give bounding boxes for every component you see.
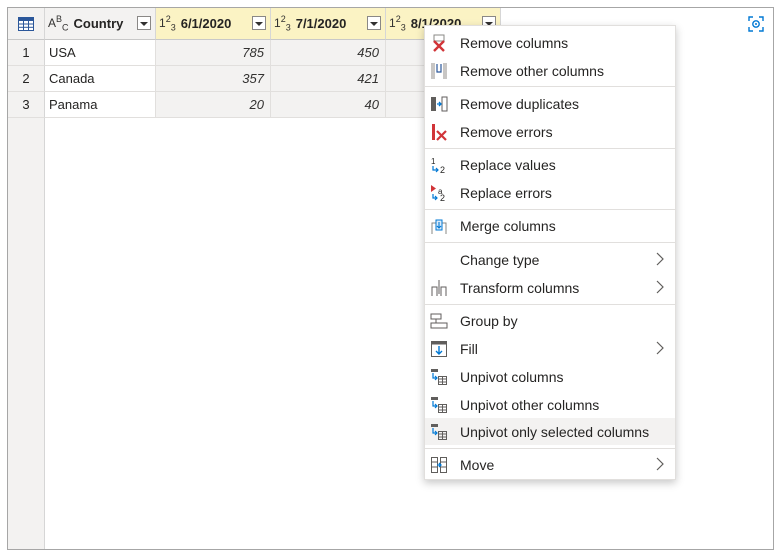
menu-item-label: Unpivot columns	[460, 368, 564, 385]
row-number: 2	[8, 66, 45, 92]
merge-columns-icon	[431, 219, 447, 234]
cell-country[interactable]: Canada	[45, 66, 156, 92]
menu-item-unpivot-other-columns[interactable]: Unpivot other columns	[425, 391, 675, 418]
unpivot-other-columns-icon	[431, 397, 447, 413]
menu-item-label: Remove duplicates	[460, 95, 580, 112]
cell-7-1-2020[interactable]: 421	[271, 66, 386, 92]
cell-7-1-2020[interactable]: 450	[271, 40, 386, 66]
menu-item-label: Unpivot only selected columns	[460, 423, 650, 440]
chevron-right-icon	[656, 457, 664, 471]
menu-item-move[interactable]: Move	[425, 451, 675, 478]
menu-separator	[425, 86, 675, 87]
menu-item-label: Remove other columns	[460, 62, 604, 79]
column-dropdown-button[interactable]	[367, 16, 381, 30]
menu-item-replace-errors[interactable]: a 2 Replace errors	[425, 179, 675, 206]
column-header-label: Country	[73, 16, 124, 31]
remove-columns-icon	[433, 34, 445, 52]
replace-values-icon: 1 2	[431, 157, 445, 174]
column-header-6-1-2020[interactable]: 123 6/1/2020	[156, 8, 271, 40]
menu-item-label: Replace values	[460, 156, 556, 173]
svg-text:2: 2	[440, 193, 445, 202]
column-dropdown-button[interactable]	[137, 16, 151, 30]
menu-item-label: Group by	[460, 312, 518, 329]
menu-item-remove-columns[interactable]: Remove columns	[425, 29, 675, 56]
scan-settings-icon	[748, 16, 764, 32]
group-by-icon	[430, 313, 448, 329]
column-header-7-1-2020[interactable]: 123 7/1/2020	[271, 8, 386, 40]
menu-item-transform-columns[interactable]: Transform columns	[425, 274, 675, 301]
menu-item-replace-values[interactable]: 1 2 Replace values	[425, 151, 675, 178]
unpivot-columns-icon	[431, 369, 447, 385]
menu-item-merge-columns[interactable]: Merge columns	[425, 212, 675, 239]
menu-separator	[425, 209, 675, 210]
cell-6-1-2020[interactable]: 20	[156, 92, 271, 118]
table-menu-button[interactable]	[8, 8, 45, 40]
fill-icon	[431, 341, 447, 357]
column-header-label: 6/1/2020	[180, 16, 232, 31]
column-header-country[interactable]: ABC Country	[45, 8, 156, 40]
menu-item-label: Replace errors	[460, 184, 552, 201]
menu-item-unpivot-columns[interactable]: Unpivot columns	[425, 363, 675, 390]
column-profile-button[interactable]	[745, 14, 767, 34]
whole-number-type-icon[interactable]: 123	[159, 14, 176, 32]
cell-6-1-2020[interactable]: 785	[156, 40, 271, 66]
chevron-right-icon	[656, 280, 664, 294]
menu-item-remove-errors[interactable]: Remove errors	[425, 118, 675, 145]
remove-errors-icon	[432, 124, 447, 141]
menu-item-change-type[interactable]: Change type	[425, 246, 675, 273]
cell-country[interactable]: Panama	[45, 92, 156, 118]
menu-item-label: Fill	[460, 340, 478, 357]
menu-item-remove-duplicates[interactable]: Remove duplicates	[425, 90, 675, 117]
svg-text:1: 1	[431, 157, 436, 166]
svg-text:2: 2	[440, 165, 445, 174]
menu-item-label: Change type	[460, 251, 540, 268]
menu-item-label: Merge columns	[460, 217, 556, 234]
replace-errors-icon: a 2	[431, 185, 445, 202]
whole-number-type-icon[interactable]: 123	[389, 14, 406, 32]
column-dropdown-button[interactable]	[252, 16, 266, 30]
menu-item-label: Remove columns	[460, 34, 569, 51]
chevron-right-icon	[656, 252, 664, 266]
menu-item-remove-other-columns[interactable]: Remove other columns	[425, 57, 675, 84]
chevron-right-icon	[656, 341, 664, 355]
menu-item-group-by[interactable]: Group by	[425, 307, 675, 334]
cell-7-1-2020[interactable]: 40	[271, 92, 386, 118]
menu-item-fill[interactable]: Fill	[425, 335, 675, 362]
row-number: 1	[8, 40, 45, 66]
menu-item-label: Remove errors	[460, 123, 553, 140]
remove-other-columns-icon	[431, 63, 447, 79]
remove-duplicates-icon	[431, 96, 448, 112]
menu-separator	[425, 448, 675, 449]
menu-item-unpivot-only-selected-columns[interactable]: Unpivot only selected columns	[425, 418, 675, 445]
menu-item-label: Move	[460, 456, 495, 473]
menu-separator	[425, 148, 675, 149]
move-icon	[431, 457, 447, 473]
cell-country[interactable]: USA	[45, 40, 156, 66]
column-context-menu: Remove columns Remove other columns Remo…	[424, 25, 676, 480]
menu-item-label: Transform columns	[460, 279, 580, 296]
menu-separator	[425, 304, 675, 305]
whole-number-type-icon[interactable]: 123	[274, 14, 291, 32]
table-icon	[18, 16, 34, 31]
unpivot-selected-columns-icon	[431, 424, 447, 440]
menu-item-label: Unpivot other columns	[460, 396, 600, 413]
menu-separator	[425, 242, 675, 243]
row-number: 3	[8, 92, 45, 118]
transform-columns-icon	[431, 280, 447, 296]
text-type-icon[interactable]: ABC	[48, 14, 69, 32]
column-header-label: 7/1/2020	[295, 16, 347, 31]
cell-6-1-2020[interactable]: 357	[156, 66, 271, 92]
